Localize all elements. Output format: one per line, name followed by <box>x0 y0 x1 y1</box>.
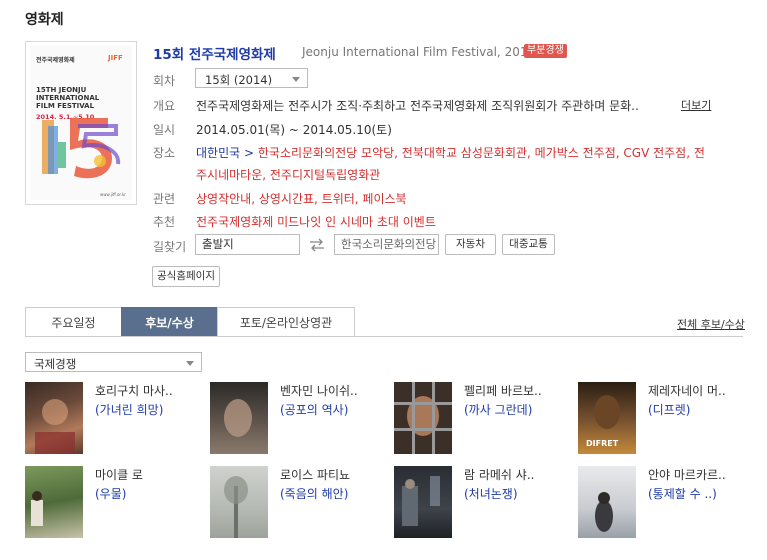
competition-badge: 부분경쟁 <box>524 44 567 58</box>
film-person[interactable]: 호리구치 마사.. <box>95 382 173 399</box>
festival-title[interactable]: 15회 전주국제영화제 <box>153 43 276 63</box>
origin-input[interactable]: 출발지 <box>195 234 300 255</box>
film-person[interactable]: 벤자민 나이쉬.. <box>280 382 358 399</box>
film-person[interactable]: 로이스 파티뇨 <box>280 466 350 483</box>
swap-icon[interactable] <box>309 238 325 252</box>
film-thumbnail[interactable] <box>394 382 452 454</box>
festival-poster[interactable]: 전주국제영화제 JIFF 15TH JEONJU INTERNATIONAL F… <box>25 41 137 205</box>
related-label: 관련 <box>153 192 176 206</box>
venue-country-link[interactable]: 대한민국 > <box>196 146 254 160</box>
date-label: 일시 <box>153 123 176 137</box>
svg-text:www.jiff.or.kr: www.jiff.or.kr <box>100 192 126 197</box>
overview-label: 개요 <box>153 99 176 113</box>
related-links[interactable]: 상영작안내, 상영시간표, 트위터, 페이스북 <box>196 190 407 207</box>
film-title[interactable]: (처녀논쟁) <box>464 485 518 502</box>
film-thumbnail[interactable] <box>210 382 268 454</box>
film-thumbnail[interactable] <box>25 382 83 454</box>
recommend-label: 추천 <box>153 215 176 229</box>
poster-number-art: www.jiff.or.kr <box>42 118 126 197</box>
round-select-value: 15회 (2014) <box>205 73 273 87</box>
film-person[interactable]: 마이클 로 <box>95 466 143 483</box>
film-title[interactable]: (공포의 역사) <box>280 401 348 418</box>
film-person[interactable]: 펠리페 바르보.. <box>464 382 542 399</box>
directions-label: 길찾기 <box>153 240 187 254</box>
film-title[interactable]: (죽음의 해안) <box>280 485 348 502</box>
more-link[interactable]: 더보기 <box>681 97 711 113</box>
official-homepage-button[interactable]: 공식홈페이지 <box>152 266 220 287</box>
film-title[interactable]: (까사 그란데) <box>464 401 532 418</box>
difret-caption: DIFRET <box>586 439 619 448</box>
film-title[interactable]: (우물) <box>95 485 126 502</box>
tab-photo-online[interactable]: 포토/온라인상영관 <box>217 307 355 337</box>
film-thumbnail[interactable] <box>25 466 83 538</box>
venue-label: 장소 <box>153 146 176 160</box>
tab-main-schedule[interactable]: 주요일정 <box>25 307 122 337</box>
category-select[interactable]: 국제경쟁 <box>25 352 202 372</box>
overview-text: 전주국제영화제는 전주시가 조직·주최하고 전주국제영화제 조직위원회가 주관하… <box>196 99 639 113</box>
car-route-button[interactable]: 자동차 <box>445 234 496 255</box>
page-title: 영화제 <box>25 12 64 28</box>
venue-list-line1[interactable]: 한국소리문화의전당 모악당, 전북대학교 삼성문화회관, 메가박스 전주점, C… <box>258 146 705 160</box>
film-person[interactable]: 람 라메쉬 샤.. <box>464 466 534 483</box>
film-thumbnail[interactable] <box>578 466 636 538</box>
film-title[interactable]: (디프렛) <box>648 401 690 418</box>
film-title[interactable]: (가녀린 희망) <box>95 401 163 418</box>
round-select[interactable]: 15회 (2014) <box>195 68 308 88</box>
film-thumbnail[interactable]: DIFRET <box>578 382 636 454</box>
category-select-value: 국제경쟁 <box>34 357 77 371</box>
poster-image: 전주국제영화제 JIFF 15TH JEONJU INTERNATIONAL F… <box>30 46 132 200</box>
date-text: 2014.05.01(목) ~ 2014.05.10(토) <box>196 123 392 137</box>
all-nominees-link[interactable]: 전체 후보/수상 <box>677 316 745 332</box>
transit-route-button[interactable]: 대중교통 <box>502 234 555 255</box>
film-person[interactable]: 제레자네이 머.. <box>648 382 726 399</box>
chevron-down-icon <box>292 77 300 82</box>
round-label: 회차 <box>153 74 176 88</box>
recommend-link[interactable]: 전주국제영화제 미드나잇 인 시네마 초대 이벤트 <box>196 213 436 230</box>
venue-text: 대한민국 > 한국소리문화의전당 모악당, 전북대학교 삼성문화회관, 메가박스… <box>196 144 705 161</box>
tab-nominees-awards[interactable]: 후보/수상 <box>121 307 218 337</box>
film-person[interactable]: 안야 마르카르.. <box>648 466 726 483</box>
film-thumbnail[interactable] <box>394 466 452 538</box>
tab-divider <box>25 336 743 337</box>
destination-input[interactable]: 한국소리문화의전당 <box>334 234 439 255</box>
festival-english-title: Jeonju International Film Festival, 2014 <box>302 45 536 59</box>
venue-list-line2[interactable]: 주시네마타운, 전주디지털독립영화관 <box>196 166 380 183</box>
film-thumbnail[interactable] <box>210 466 268 538</box>
chevron-down-icon <box>186 361 194 366</box>
film-title[interactable]: (통제할 수 ..) <box>648 485 717 502</box>
